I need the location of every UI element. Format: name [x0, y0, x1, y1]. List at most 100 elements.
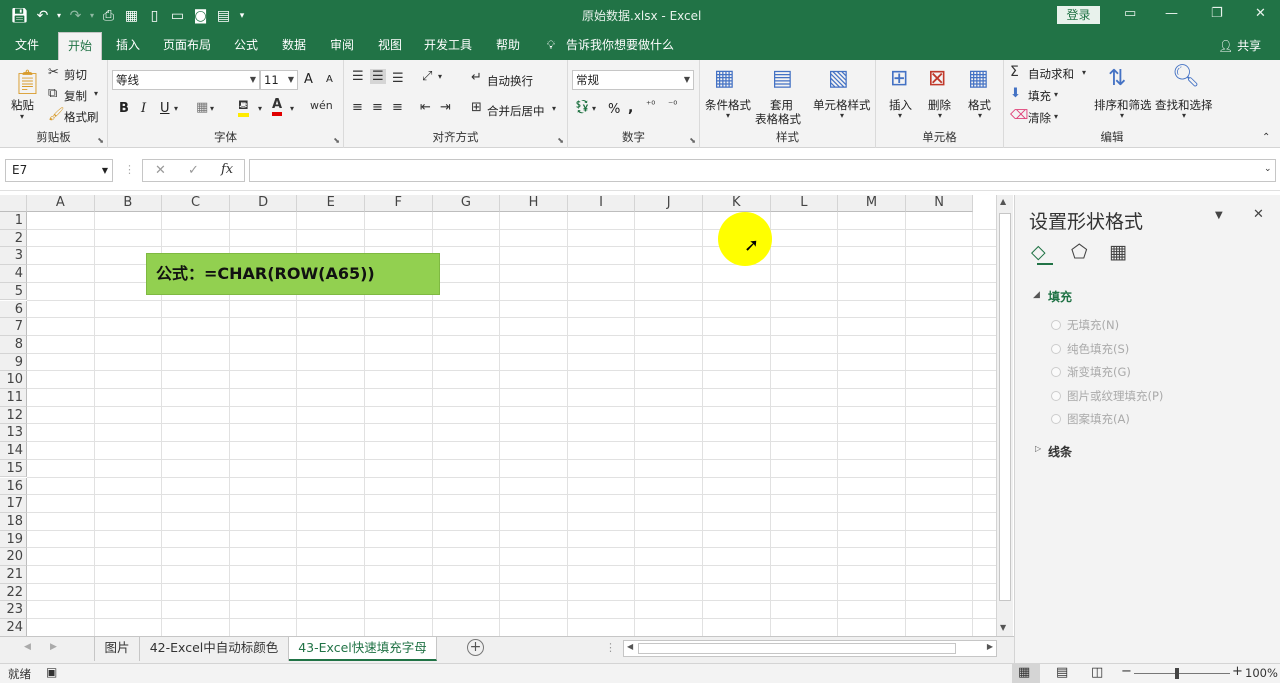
autosum-button[interactable]: 自动求和 [1028, 66, 1074, 82]
line-section-header[interactable]: 线条 [1048, 443, 1072, 460]
clear-dropdown-icon[interactable]: ▾ [1054, 112, 1058, 121]
normal-view-icon[interactable]: ▦ [1018, 665, 1030, 680]
row-header[interactable]: 6 [0, 300, 27, 319]
column-header[interactable]: G [432, 195, 501, 212]
cancel-icon[interactable]: ✕ [155, 163, 166, 178]
row-header[interactable]: 24 [0, 619, 27, 636]
underline-dropdown-icon[interactable]: ▾ [174, 104, 178, 113]
tab-home[interactable]: 开始 [58, 32, 102, 60]
tab-file[interactable]: 文件 [4, 32, 50, 60]
copy-dropdown-icon[interactable]: ▾ [94, 89, 98, 98]
format-as-table-label2[interactable]: 表格格式 [755, 111, 801, 127]
borders-icon[interactable]: ▦ [196, 100, 208, 115]
sheet-tab-images[interactable]: 图片 [94, 637, 140, 661]
select-all-corner[interactable] [0, 195, 27, 212]
zoom-in-icon[interactable]: + [1232, 664, 1243, 679]
align-center-icon[interactable]: ≡ [372, 100, 383, 115]
scroll-left-icon[interactable]: ◀ [627, 642, 633, 651]
paste-button[interactable]: 粘贴 [11, 97, 34, 113]
column-header[interactable]: M [838, 195, 906, 212]
fill-expand-icon[interactable]: ◢ [1033, 290, 1040, 300]
conditional-dropdown-icon[interactable]: ▾ [726, 111, 730, 120]
minimize-icon[interactable]: — [1165, 6, 1178, 21]
tab-help[interactable]: 帮助 [486, 32, 530, 60]
macro-record-icon[interactable]: ▣ [46, 665, 57, 679]
sheet-tab-43[interactable]: 43-Excel快速填充字母 [289, 637, 437, 661]
row-header[interactable]: 8 [0, 335, 27, 354]
format-painter-button[interactable]: 格式刷 [64, 109, 99, 125]
next-sheet-icon[interactable]: ▶ [50, 642, 57, 652]
row-header[interactable]: 10 [0, 371, 27, 389]
font-launcher-icon[interactable]: ⬊ [333, 136, 340, 145]
close-icon[interactable]: ✕ [1255, 6, 1266, 21]
merge-center-button[interactable]: 合并后居中 [487, 103, 545, 119]
sheet-tab-42[interactable]: 42-Excel中自动标颜色 [140, 637, 289, 661]
currency-dropdown-icon[interactable]: ▾ [592, 104, 596, 113]
fill-dropdown-icon[interactable]: ▾ [1054, 90, 1058, 99]
pane-options-icon[interactable]: ▼ [1215, 210, 1223, 221]
copy-button[interactable]: 复制 [64, 88, 87, 104]
column-header[interactable]: K [703, 195, 771, 212]
scroll-down-icon[interactable]: ▼ [1000, 623, 1006, 632]
autosum-dropdown-icon[interactable]: ▾ [1082, 68, 1086, 77]
row-header[interactable]: 13 [0, 424, 27, 443]
font-size-select[interactable]: 11 ▼ [260, 70, 298, 90]
delete-dropdown-icon[interactable]: ▾ [938, 111, 942, 120]
column-header[interactable]: L [770, 195, 839, 212]
row-header[interactable]: 12 [0, 406, 27, 425]
tab-page-layout[interactable]: 页面布局 [158, 32, 216, 60]
fill-option[interactable]: 渐变填充(G) [1051, 364, 1131, 380]
login-button[interactable]: 登录 [1057, 6, 1100, 24]
decrease-decimal-icon[interactable]: ⁻⁰ [668, 100, 677, 111]
page-break-view-icon[interactable]: ◫ [1091, 665, 1103, 680]
cell-styles-dropdown-icon[interactable]: ▾ [840, 111, 844, 120]
undo-icon[interactable]: ↶ [31, 6, 54, 26]
row-header[interactable]: 22 [0, 583, 27, 602]
redo-dropdown-icon[interactable]: ▾ [87, 6, 97, 26]
radio-button[interactable] [1051, 390, 1061, 401]
fill-color-dropdown-icon[interactable]: ▾ [258, 104, 262, 113]
increase-decimal-icon[interactable]: ⁺⁰ [646, 100, 655, 111]
effects-icon[interactable]: ⬠ [1071, 241, 1088, 263]
bold-button[interactable]: B [119, 101, 129, 116]
underline-button[interactable]: U [160, 101, 170, 116]
radio-button[interactable] [1051, 414, 1061, 424]
decrease-indent-icon[interactable]: ⇤ [420, 100, 431, 115]
tab-review[interactable]: 审阅 [320, 32, 364, 60]
paste-icon[interactable]: 📋︎ [12, 68, 42, 96]
wrap-text-button[interactable]: 自动换行 [487, 73, 533, 89]
format-dropdown-icon[interactable]: ▾ [978, 111, 982, 120]
prev-sheet-icon[interactable]: ◀ [24, 642, 31, 652]
scroll-up-icon[interactable]: ▲ [1000, 197, 1006, 206]
tab-view[interactable]: 视图 [368, 32, 412, 60]
align-left-icon[interactable]: ≡ [352, 100, 363, 115]
name-box-dropdown-icon[interactable]: ▼ [102, 160, 108, 181]
zoom-slider-thumb[interactable] [1175, 668, 1179, 679]
column-header[interactable]: A [27, 195, 95, 212]
ribbon-display-icon[interactable]: ▭ [1124, 6, 1136, 21]
align-right-icon[interactable]: ≡ [392, 100, 403, 115]
horizontal-scrollbar[interactable]: ◀ ▶ [623, 640, 997, 657]
font-name-select[interactable]: 等线 ▼ [112, 70, 260, 90]
save-icon[interactable]: 💾︎ [8, 6, 31, 26]
customize-qat-icon[interactable]: ▾ [235, 6, 249, 26]
percent-button[interactable]: % [608, 102, 620, 117]
formula-input[interactable] [249, 159, 1276, 182]
fill-line-icon[interactable]: ◇ [1031, 241, 1046, 263]
size-properties-icon[interactable]: ▦ [1109, 241, 1127, 263]
name-box[interactable]: E7 ▼ [5, 159, 113, 182]
fill-section-header[interactable]: 填充 [1048, 288, 1072, 305]
fill-option[interactable]: 图案填充(A) [1051, 411, 1130, 427]
alignment-launcher-icon[interactable]: ⬊ [557, 136, 564, 145]
column-header[interactable]: C [162, 195, 230, 212]
column-header[interactable]: F [365, 195, 433, 212]
row-header[interactable]: 3 [0, 247, 27, 266]
enter-icon[interactable]: ✓ [188, 163, 199, 178]
comma-button[interactable]: , [628, 100, 633, 116]
expand-formula-icon[interactable]: ⌄ [1264, 164, 1272, 174]
fill-button[interactable]: 填充 [1028, 88, 1051, 104]
clear-button[interactable]: 清除 [1028, 110, 1051, 126]
font-color-dropdown-icon[interactable]: ▾ [290, 104, 294, 113]
sort-dropdown-icon[interactable]: ▾ [1120, 111, 1124, 120]
tab-insert[interactable]: 插入 [106, 32, 150, 60]
